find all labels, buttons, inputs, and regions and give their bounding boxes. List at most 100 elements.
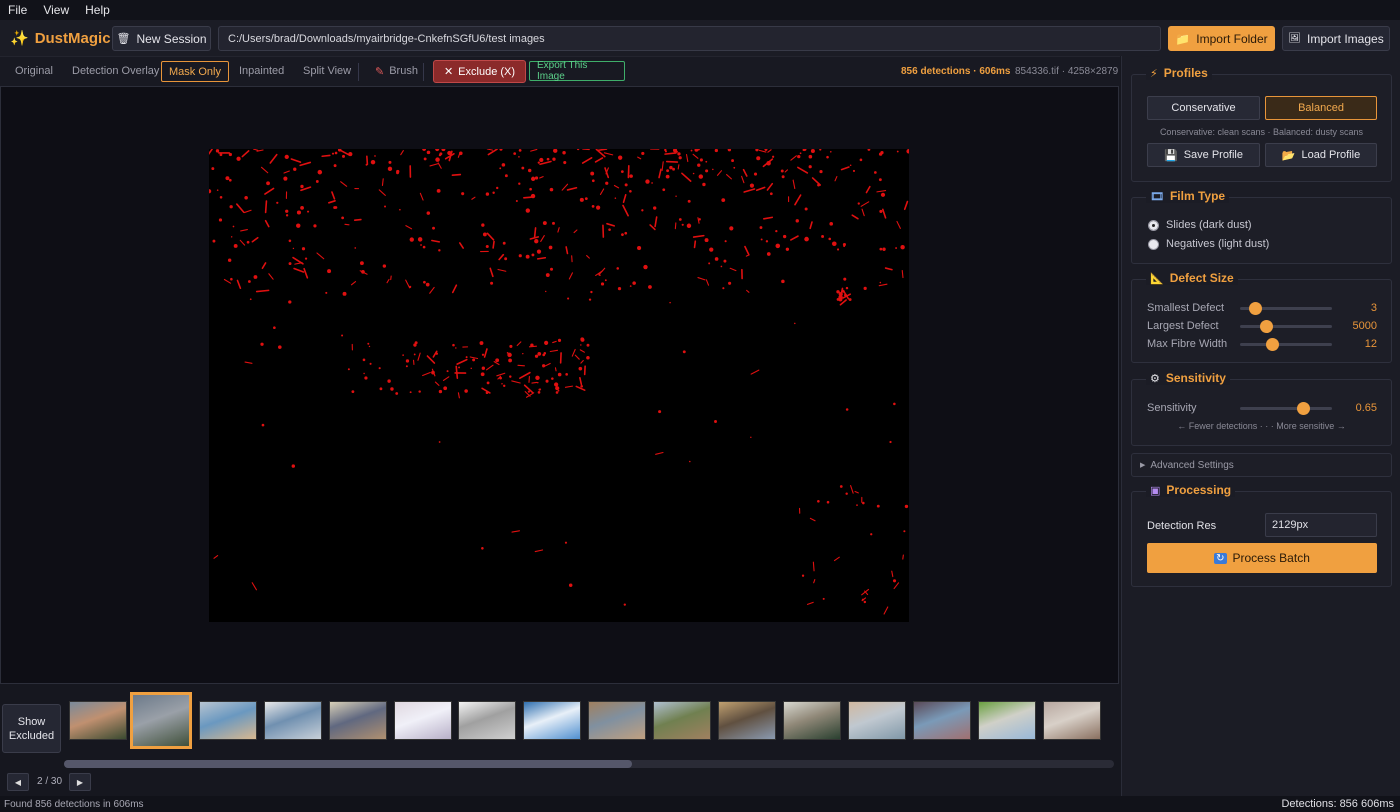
folder-icon: 📂 (1281, 149, 1296, 162)
max-fibre-width-slider[interactable] (1240, 338, 1332, 351)
processing-panel: ▣ Processing Detection Res 2129px ↻ Proc… (1131, 483, 1392, 587)
filmstrip-thumbnail[interactable] (523, 701, 582, 740)
filmstrip-thumbnail[interactable] (1042, 701, 1101, 740)
scrollbar-thumb[interactable] (64, 760, 632, 768)
conservative-profile-button[interactable]: Conservative (1147, 96, 1260, 120)
sensitivity-title: ⚙ Sensitivity (1146, 371, 1230, 385)
next-image-button[interactable]: ▶ (69, 773, 91, 791)
ruler-icon: 📐 (1150, 272, 1164, 285)
file-info: 854336.tif · 4258×2879 (1015, 66, 1119, 77)
folder-path-input[interactable]: C:/Users/brad/Downloads/myairbridge-Cnke… (218, 26, 1161, 51)
radio-slides[interactable]: Slides (dark dust) (1148, 219, 1252, 231)
smallest-defect-value: 3 (1370, 302, 1377, 314)
sensitivity-label: Sensitivity (1147, 402, 1197, 414)
tab-split-view[interactable]: Split View (296, 61, 358, 81)
brush-label: Brush (389, 65, 418, 77)
tab-mask-only[interactable]: Mask Only (161, 61, 229, 82)
page-indicator: 2 / 30 (37, 776, 63, 787)
refresh-icon: ↻ (1214, 552, 1227, 564)
folder-path-text: C:/Users/brad/Downloads/myairbridge-Cnke… (228, 32, 545, 45)
process-batch-button[interactable]: ↻ Process Batch (1147, 543, 1377, 573)
smallest-defect-slider[interactable] (1240, 302, 1332, 315)
defect-size-panel: 📐 Defect Size Smallest Defect 3 Largest … (1131, 271, 1392, 363)
processing-title-text: Processing (1166, 483, 1232, 497)
slider-handle[interactable] (1248, 302, 1262, 315)
top-toolbar: ✨ DustMagic 🗑 New Session C:/Users/brad/… (0, 20, 1400, 56)
new-session-button[interactable]: 🗑 New Session (112, 26, 211, 51)
tab-detection-overlay[interactable]: Detection Overlay (65, 61, 166, 81)
prev-image-button[interactable]: ◀ (7, 773, 29, 791)
square-icon: ▣ (1150, 484, 1161, 497)
filmstrip-thumbnail[interactable] (458, 701, 517, 740)
divider (358, 63, 359, 81)
filmstrip-thumbnail[interactable] (847, 701, 906, 740)
menu-help[interactable]: Help (85, 3, 110, 17)
largest-defect-value: 5000 (1352, 320, 1377, 332)
exclude-button[interactable]: ✕ Exclude (X) (433, 60, 526, 83)
largest-defect-label: Largest Defect (1147, 320, 1219, 332)
close-icon: ✕ (443, 66, 454, 78)
radio-slides-label: Slides (dark dust) (1166, 219, 1252, 231)
profiles-panel: ⚡ Profiles Conservative Balanced Conserv… (1131, 66, 1392, 182)
filmstrip-thumbnail[interactable] (129, 692, 192, 749)
floppy-icon: 💾 (1163, 149, 1178, 162)
film-type-title-text: Film Type (1169, 189, 1226, 203)
sensitivity-slider[interactable] (1240, 402, 1332, 415)
exclude-label: Exclude (X) (458, 65, 516, 78)
filmstrip-scrollbar[interactable] (64, 760, 1114, 768)
film-type-title: 🎞 Film Type (1146, 189, 1230, 203)
divider (423, 63, 424, 81)
radio-dot (1148, 238, 1159, 250)
max-fibre-width-label: Max Fibre Width (1147, 338, 1228, 350)
detection-res-label: Detection Res (1147, 520, 1217, 532)
profiles-title: ⚡ Profiles (1146, 66, 1212, 80)
max-fibre-width-value: 12 (1364, 338, 1377, 350)
radio-negatives[interactable]: Negatives (light dust) (1148, 238, 1269, 250)
sensitivity-value: 0.65 (1355, 402, 1377, 414)
processing-title: ▣ Processing (1146, 483, 1236, 497)
defect-size-title: 📐 Defect Size (1146, 271, 1238, 285)
import-folder-button[interactable]: 📁 Import Folder (1168, 26, 1275, 51)
filmstrip-thumbnail[interactable] (588, 701, 647, 740)
load-profile-button[interactable]: 📂 Load Profile (1265, 143, 1377, 167)
detection-count: 856 detections · 606ms (901, 66, 1011, 77)
tab-original[interactable]: Original (8, 61, 60, 81)
folder-icon: 📁 (1175, 31, 1191, 46)
menu-file[interactable]: File (8, 3, 27, 17)
balanced-profile-button[interactable]: Balanced (1265, 96, 1377, 120)
filmstrip-thumbnail[interactable] (977, 701, 1036, 740)
filmstrip-thumbnail[interactable] (653, 701, 712, 740)
filmstrip-thumbnail[interactable] (263, 701, 322, 740)
trash-icon: 🗑 (116, 33, 131, 45)
filmstrip-thumbnail[interactable] (393, 701, 452, 740)
radio-dot-selected (1148, 219, 1159, 231)
filmstrip-thumbnail[interactable] (912, 701, 971, 740)
filmstrip: Show Excluded (0, 686, 1120, 768)
menu-view[interactable]: View (43, 3, 69, 17)
import-images-button[interactable]: 🖼 Import Images (1282, 26, 1390, 51)
smallest-defect-label: Smallest Defect (1147, 302, 1225, 314)
mask-image[interactable] (206, 146, 911, 622)
image-canvas[interactable] (0, 86, 1119, 684)
detection-res-input[interactable]: 2129px (1265, 513, 1377, 537)
filmstrip-thumbnail[interactable] (718, 701, 776, 740)
process-batch-label: Process Batch (1232, 551, 1310, 565)
app-name: DustMagic (34, 29, 111, 47)
brush-icon: ✎ (375, 65, 385, 78)
brush-tool-button[interactable]: ✎ Brush (368, 61, 425, 81)
filmstrip-thumbnail[interactable] (198, 701, 257, 740)
sensitivity-panel: ⚙ Sensitivity Sensitivity 0.65 ← Fewer d… (1131, 371, 1392, 446)
largest-defect-slider[interactable] (1240, 320, 1332, 333)
slider-handle[interactable] (1259, 320, 1273, 333)
show-excluded-button[interactable]: Show Excluded (2, 704, 61, 753)
filmstrip-thumbnail[interactable] (69, 701, 127, 740)
export-image-button[interactable]: Export This Image (529, 60, 625, 82)
save-profile-button[interactable]: 💾 Save Profile (1147, 143, 1260, 167)
filmstrip-thumbnail[interactable] (328, 701, 387, 740)
advanced-settings-toggle[interactable]: ▶ Advanced Settings (1131, 453, 1392, 477)
slider-handle[interactable] (1296, 402, 1310, 415)
tab-inpainted[interactable]: Inpainted (232, 61, 291, 81)
save-profile-label: Save Profile (1183, 149, 1243, 161)
slider-handle[interactable] (1266, 338, 1280, 351)
filmstrip-thumbnail[interactable] (782, 701, 841, 740)
